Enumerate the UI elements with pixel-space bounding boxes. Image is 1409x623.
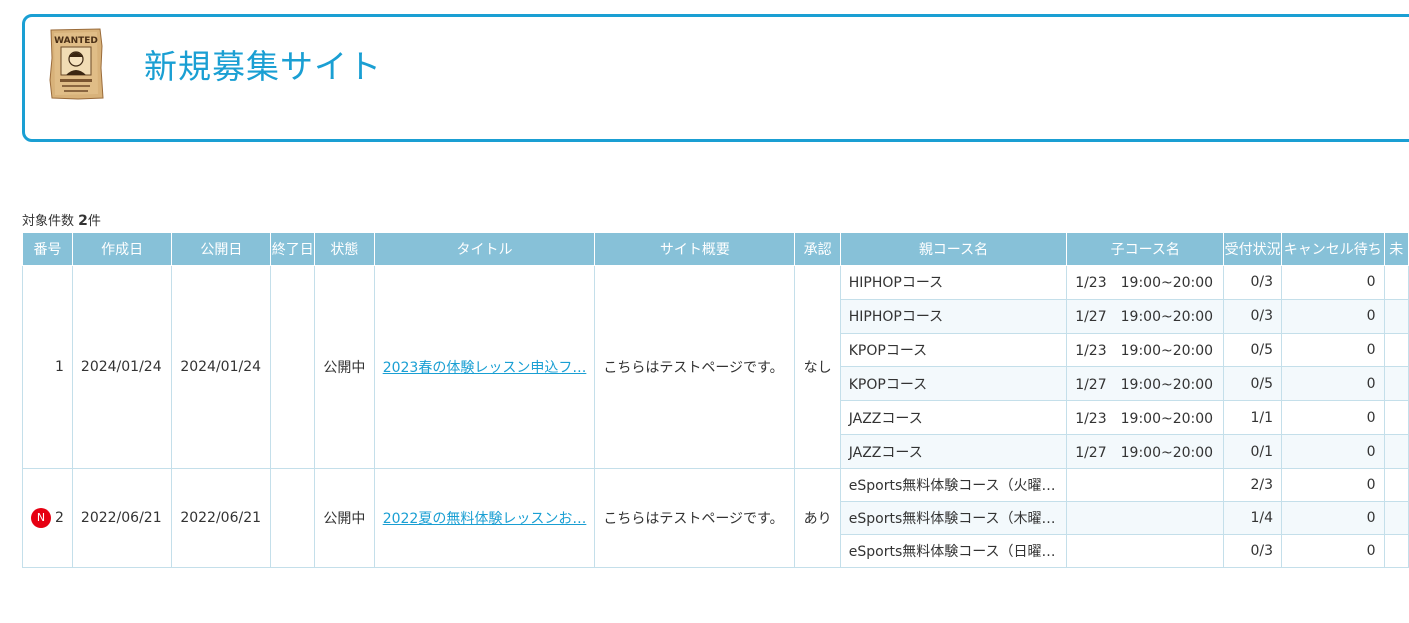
col-header-parent-course[interactable]: 親コース名 [839, 232, 1068, 266]
col-header-reception[interactable]: 受付状況 [1223, 232, 1282, 266]
child-course-name [1066, 501, 1225, 535]
child-course-name: 1/23 19:00~20:00 [1066, 332, 1225, 368]
row-title-cell: 2023春の体験レッスン申込フ… [373, 265, 596, 469]
col-header-status[interactable]: 状態 [314, 232, 375, 266]
parent-course-name: eSports無料体験コース（木曜… [839, 501, 1068, 535]
row-status: 公開中 [314, 265, 375, 469]
extra-cell [1383, 501, 1409, 535]
result-count-unit: 件 [87, 214, 101, 229]
col-header-ended[interactable]: 終了日 [270, 232, 316, 266]
col-header-published[interactable]: 公開日 [171, 232, 272, 266]
cancel-wait-count: 0 [1280, 332, 1385, 368]
child-course-name: 1/27 19:00~20:00 [1066, 366, 1225, 402]
cancel-wait-count: 0 [1280, 400, 1385, 436]
parent-course-name: JAZZコース [839, 400, 1068, 436]
row-approval: あり [794, 468, 841, 568]
row-title-link[interactable]: 2022夏の無料体験レッスンお… [383, 511, 587, 527]
reception-status: 0/1 [1223, 434, 1282, 469]
reception-status: 1/1 [1223, 400, 1282, 436]
extra-cell [1383, 298, 1409, 334]
result-count: 対象件数 2件 [22, 210, 101, 229]
child-course-name: 1/27 19:00~20:00 [1066, 434, 1225, 469]
reception-status: 0/3 [1223, 534, 1282, 568]
reception-status: 0/5 [1223, 332, 1282, 368]
cancel-wait-count: 0 [1280, 434, 1385, 469]
extra-cell [1383, 400, 1409, 436]
cancel-wait-count: 0 [1280, 468, 1385, 502]
row-created-date: 2022/06/21 [71, 468, 173, 568]
row-number: 2 [55, 510, 64, 526]
extra-cell [1383, 468, 1409, 502]
result-count-label: 対象件数 [22, 214, 75, 229]
row-summary: こちらはテストページです。 [594, 468, 796, 568]
extra-cell [1383, 434, 1409, 469]
svg-text:WANTED: WANTED [54, 36, 98, 46]
row-title-link[interactable]: 2023春の体験レッスン申込フ… [383, 360, 587, 376]
col-header-created[interactable]: 作成日 [71, 232, 173, 266]
reception-status: 0/3 [1223, 298, 1282, 334]
col-header-approval[interactable]: 承認 [794, 232, 841, 266]
extra-cell [1383, 534, 1409, 568]
child-course-name [1066, 468, 1225, 502]
child-course-name: 1/23 19:00~20:00 [1066, 400, 1225, 436]
row-status: 公開中 [314, 468, 375, 568]
row-end-date [270, 265, 316, 469]
row-number: 1 [22, 265, 73, 469]
cancel-wait-count: 0 [1280, 534, 1385, 568]
reception-status: 0/3 [1223, 265, 1282, 300]
row-published-date: 2024/01/24 [171, 265, 272, 469]
site-list-table: 番号 作成日 公開日 終了日 状態 タイトル サイト概要 承認 親コース名 子コ… [22, 232, 1409, 568]
child-course-name: 1/27 19:00~20:00 [1066, 298, 1225, 334]
cancel-wait-count: 0 [1280, 501, 1385, 535]
col-header-cancel-wait[interactable]: キャンセル待ち [1280, 232, 1385, 266]
extra-cell [1383, 332, 1409, 368]
table-row[interactable]: 1 2024/01/24 2024/01/24 公開中 2023春の体験レッスン… [22, 265, 1409, 469]
row-end-date [270, 468, 316, 568]
row-approval: なし [794, 265, 841, 469]
parent-course-name: HIPHOPコース [839, 298, 1068, 334]
new-badge: N [31, 508, 51, 528]
reception-status: 2/3 [1223, 468, 1282, 502]
row-number-cell: N2 [22, 468, 73, 568]
cancel-wait-count: 0 [1280, 265, 1385, 300]
row-title-cell: 2022夏の無料体験レッスンお… [373, 468, 596, 568]
result-count-value: 2 [78, 213, 88, 229]
row-created-date: 2024/01/24 [71, 265, 173, 469]
row-summary: こちらはテストページです。 [594, 265, 796, 469]
extra-cell [1383, 265, 1409, 300]
col-header-title[interactable]: タイトル [373, 232, 596, 266]
reception-status: 1/4 [1223, 501, 1282, 535]
cancel-wait-count: 0 [1280, 366, 1385, 402]
row-published-date: 2022/06/21 [171, 468, 272, 568]
col-header-number[interactable]: 番号 [22, 232, 73, 266]
reception-status: 0/5 [1223, 366, 1282, 402]
wanted-poster-icon: WANTED [49, 28, 104, 100]
child-course-name: 1/23 19:00~20:00 [1066, 265, 1225, 300]
page-title: 新規募集サイト [144, 47, 382, 86]
col-header-summary[interactable]: サイト概要 [594, 232, 796, 266]
parent-course-name: KPOPコース [839, 332, 1068, 368]
parent-course-name: KPOPコース [839, 366, 1068, 402]
cancel-wait-count: 0 [1280, 298, 1385, 334]
table-header-row: 番号 作成日 公開日 終了日 状態 タイトル サイト概要 承認 親コース名 子コ… [22, 232, 1409, 266]
extra-cell [1383, 366, 1409, 402]
parent-course-name: eSports無料体験コース（火曜… [839, 468, 1068, 502]
col-header-extra[interactable]: 未 [1383, 232, 1409, 266]
parent-course-name: JAZZコース [839, 434, 1068, 469]
parent-course-name: eSports無料体験コース（日曜… [839, 534, 1068, 568]
parent-course-name: HIPHOPコース [839, 265, 1068, 300]
child-course-name [1066, 534, 1225, 568]
table-row[interactable]: N2 2022/06/21 2022/06/21 公開中 2022夏の無料体験レ… [22, 468, 1409, 568]
col-header-child-course[interactable]: 子コース名 [1066, 232, 1225, 266]
